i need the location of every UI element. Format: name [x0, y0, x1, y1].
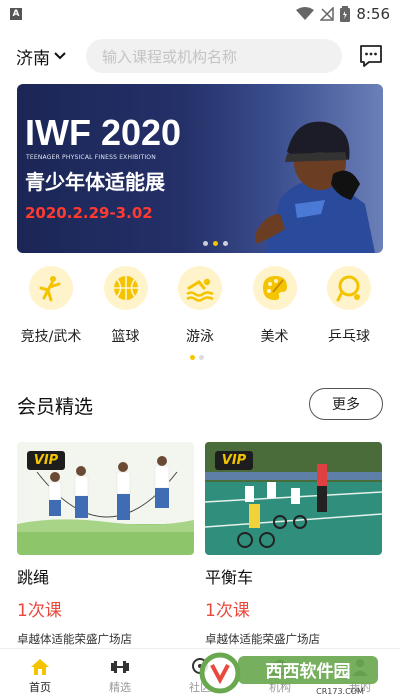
course-card[interactable]: VIP 跳绳 1次课 卓越体适能荣盛广场店	[17, 442, 194, 647]
watermark-text: 西西软件园	[266, 661, 351, 682]
more-button[interactable]: 更多	[309, 388, 383, 420]
ping-pong-icon	[327, 266, 371, 310]
banner-pagination	[203, 241, 228, 246]
top-header: 济南 输入课程或机构名称	[0, 34, 400, 78]
tab-label: 首页	[29, 681, 51, 694]
notification-app-icon: A	[10, 8, 22, 20]
banner-headline: 青少年体适能展	[25, 170, 165, 194]
tab-label: 精选	[109, 681, 131, 694]
clock: 8:56	[356, 5, 390, 23]
section-title: 会员精选	[17, 396, 94, 418]
banner-date: 2020.2.29-3.02	[25, 204, 153, 222]
wifi-icon	[296, 7, 315, 20]
category-ping-pong[interactable]: 乒乓球	[312, 266, 386, 346]
search-placeholder: 输入课程或机构名称	[102, 47, 238, 66]
palette-icon	[252, 266, 297, 310]
page-dot	[223, 241, 228, 246]
course-name: 跳绳	[17, 568, 50, 587]
category-grid: 竞技/武术 篮球 游泳 美术 乒乓球	[14, 266, 386, 346]
category-label: 竞技/武术	[20, 329, 82, 345]
course-price: 1次课	[205, 601, 250, 621]
category-art[interactable]: 美术	[238, 266, 312, 346]
no-signal-icon	[320, 7, 335, 21]
course-shop: 卓越体适能荣盛广场店	[17, 632, 132, 646]
battery-icon	[340, 6, 351, 22]
vip-badge: VIP	[27, 451, 65, 470]
course-shop: 卓越体适能荣盛广场店	[205, 632, 320, 646]
banner-title: IWF 2020	[25, 112, 182, 153]
swimming-icon	[178, 266, 222, 310]
home-icon	[31, 659, 49, 675]
course-image: VIP	[17, 442, 194, 555]
course-card[interactable]: VIP 平衡车 1次课 卓越体适能荣盛广场店	[205, 442, 382, 647]
search-input[interactable]: 输入课程或机构名称	[86, 39, 342, 73]
basketball-icon	[103, 266, 148, 310]
course-image: VIP	[205, 442, 382, 555]
category-basketball[interactable]: 篮球	[89, 266, 163, 346]
course-price: 1次课	[17, 601, 62, 621]
status-bar: A 8:56	[0, 0, 400, 28]
chevron-down-icon	[54, 52, 66, 60]
dumbbell-icon	[111, 661, 129, 673]
category-swimming[interactable]: 游泳	[163, 266, 237, 346]
message-icon[interactable]	[358, 43, 384, 69]
tab-home[interactable]: 首页	[0, 649, 80, 700]
vip-badge: VIP	[215, 451, 253, 470]
city-selector[interactable]: 济南	[16, 44, 78, 69]
page-dot-active	[190, 355, 195, 360]
tab-featured[interactable]: 精选	[80, 649, 160, 700]
category-label: 游泳	[186, 329, 214, 345]
category-label: 乒乓球	[328, 329, 370, 345]
course-name: 平衡车	[205, 568, 254, 587]
page-dot-active	[213, 241, 218, 246]
page-dot	[199, 355, 204, 360]
category-pagination	[190, 355, 204, 360]
category-label: 美术	[260, 329, 289, 345]
martial-arts-icon	[29, 266, 73, 310]
promo-banner[interactable]: IWF 2020 TEENAGER PHYSICAL FINESS EXHIBI…	[17, 84, 383, 253]
watermark-url: CR173.COM	[316, 687, 364, 696]
city-label: 济南	[16, 48, 50, 69]
page-dot	[203, 241, 208, 246]
banner-subtitle: TEENAGER PHYSICAL FINESS EXHIBITION	[26, 154, 156, 161]
baseball-player-image	[255, 121, 375, 253]
category-label: 篮球	[111, 329, 140, 345]
watermark-logo: 西西软件园 CR173.COM	[199, 652, 378, 696]
category-martial-arts[interactable]: 竞技/武术	[14, 266, 88, 346]
